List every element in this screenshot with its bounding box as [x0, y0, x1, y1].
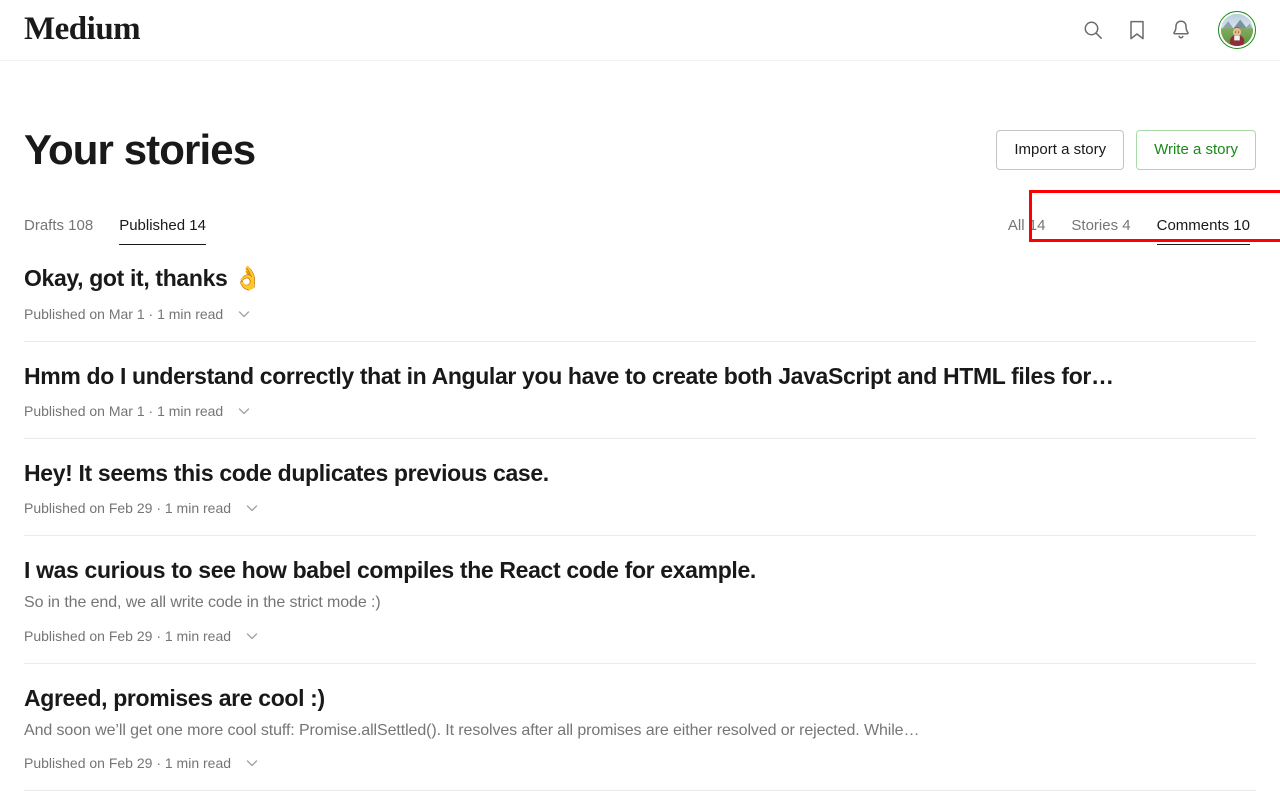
story-title[interactable]: Hmm do I understand correctly that in An… — [24, 362, 1256, 390]
story-title-text: Okay, got it, thanks — [24, 265, 234, 292]
story-excerpt: So in the end, we all write code in the … — [24, 594, 381, 612]
chevron-down-icon[interactable] — [243, 754, 261, 772]
tabs-row: Drafts 108 Published 14 All 14 Stories 4… — [24, 190, 1280, 246]
notifications-bell-icon[interactable] — [1168, 17, 1194, 43]
main-content: Your stories Import a story Write a stor… — [0, 61, 1280, 791]
filter-tab-group: All 14 Stories 4 Comments 10 — [1008, 211, 1256, 246]
tab-stories[interactable]: Stories 4 — [1071, 218, 1130, 245]
list-item: Hey! It seems this code duplicates previ… — [24, 439, 1256, 537]
story-meta-text: Published on Feb 29 · 1 min read — [24, 754, 232, 771]
header-actions — [1080, 11, 1256, 49]
story-meta: Published on Mar 1 · 1 min read — [24, 305, 1256, 323]
list-item: Hmm do I understand correctly that in An… — [24, 342, 1256, 440]
site-header: Medium — [0, 0, 1280, 61]
medium-logo[interactable]: Medium — [24, 12, 141, 46]
chevron-down-icon[interactable] — [235, 305, 253, 323]
list-item: Agreed, promises are cool :) And soon we… — [24, 664, 1256, 791]
chevron-down-icon[interactable] — [235, 402, 253, 420]
story-title[interactable]: Okay, got it, thanks 👌 — [24, 264, 1256, 293]
story-meta: Published on Feb 29 · 1 min read — [24, 627, 1256, 645]
chevron-down-icon[interactable] — [243, 499, 261, 517]
title-actions: Import a story Write a story — [996, 130, 1256, 171]
import-a-story-button[interactable]: Import a story — [996, 130, 1125, 171]
story-title[interactable]: I was curious to see how babel compiles … — [24, 556, 1256, 584]
story-excerpt: And soon we’ll get one more cool stuff: … — [24, 721, 920, 739]
title-row: Your stories Import a story Write a stor… — [24, 61, 1256, 173]
story-list: Okay, got it, thanks 👌 Published on Mar … — [24, 264, 1256, 791]
search-icon[interactable] — [1080, 17, 1106, 43]
tab-all[interactable]: All 14 — [1008, 218, 1046, 245]
story-title[interactable]: Hey! It seems this code duplicates previ… — [24, 459, 1256, 487]
page-title: Your stories — [24, 126, 256, 173]
story-meta-text: Published on Feb 29 · 1 min read — [24, 627, 232, 644]
ok-hand-emoji: 👌 — [233, 266, 263, 293]
status-tab-group: Drafts 108 Published 14 — [24, 211, 206, 246]
bookmark-icon[interactable] — [1124, 17, 1150, 43]
story-meta: Published on Mar 1 · 1 min read — [24, 402, 1256, 420]
story-meta: Published on Feb 29 · 1 min read — [24, 754, 1256, 772]
tab-drafts[interactable]: Drafts 108 — [24, 218, 93, 245]
story-title[interactable]: Agreed, promises are cool :) — [24, 684, 1256, 712]
tab-published[interactable]: Published 14 — [119, 218, 206, 246]
avatar[interactable] — [1218, 11, 1256, 49]
chevron-down-icon[interactable] — [243, 627, 261, 645]
list-item: I was curious to see how babel compiles … — [24, 536, 1256, 664]
write-a-story-button[interactable]: Write a story — [1136, 130, 1256, 171]
story-meta-text: Published on Feb 29 · 1 min read — [24, 500, 232, 517]
tab-comments[interactable]: Comments 10 — [1156, 218, 1250, 246]
avatar-image — [1221, 14, 1253, 46]
story-meta-text: Published on Mar 1 · 1 min read — [24, 306, 224, 323]
list-item: Okay, got it, thanks 👌 Published on Mar … — [24, 264, 1256, 343]
story-meta: Published on Feb 29 · 1 min read — [24, 499, 1256, 517]
story-meta-text: Published on Mar 1 · 1 min read — [24, 403, 224, 420]
